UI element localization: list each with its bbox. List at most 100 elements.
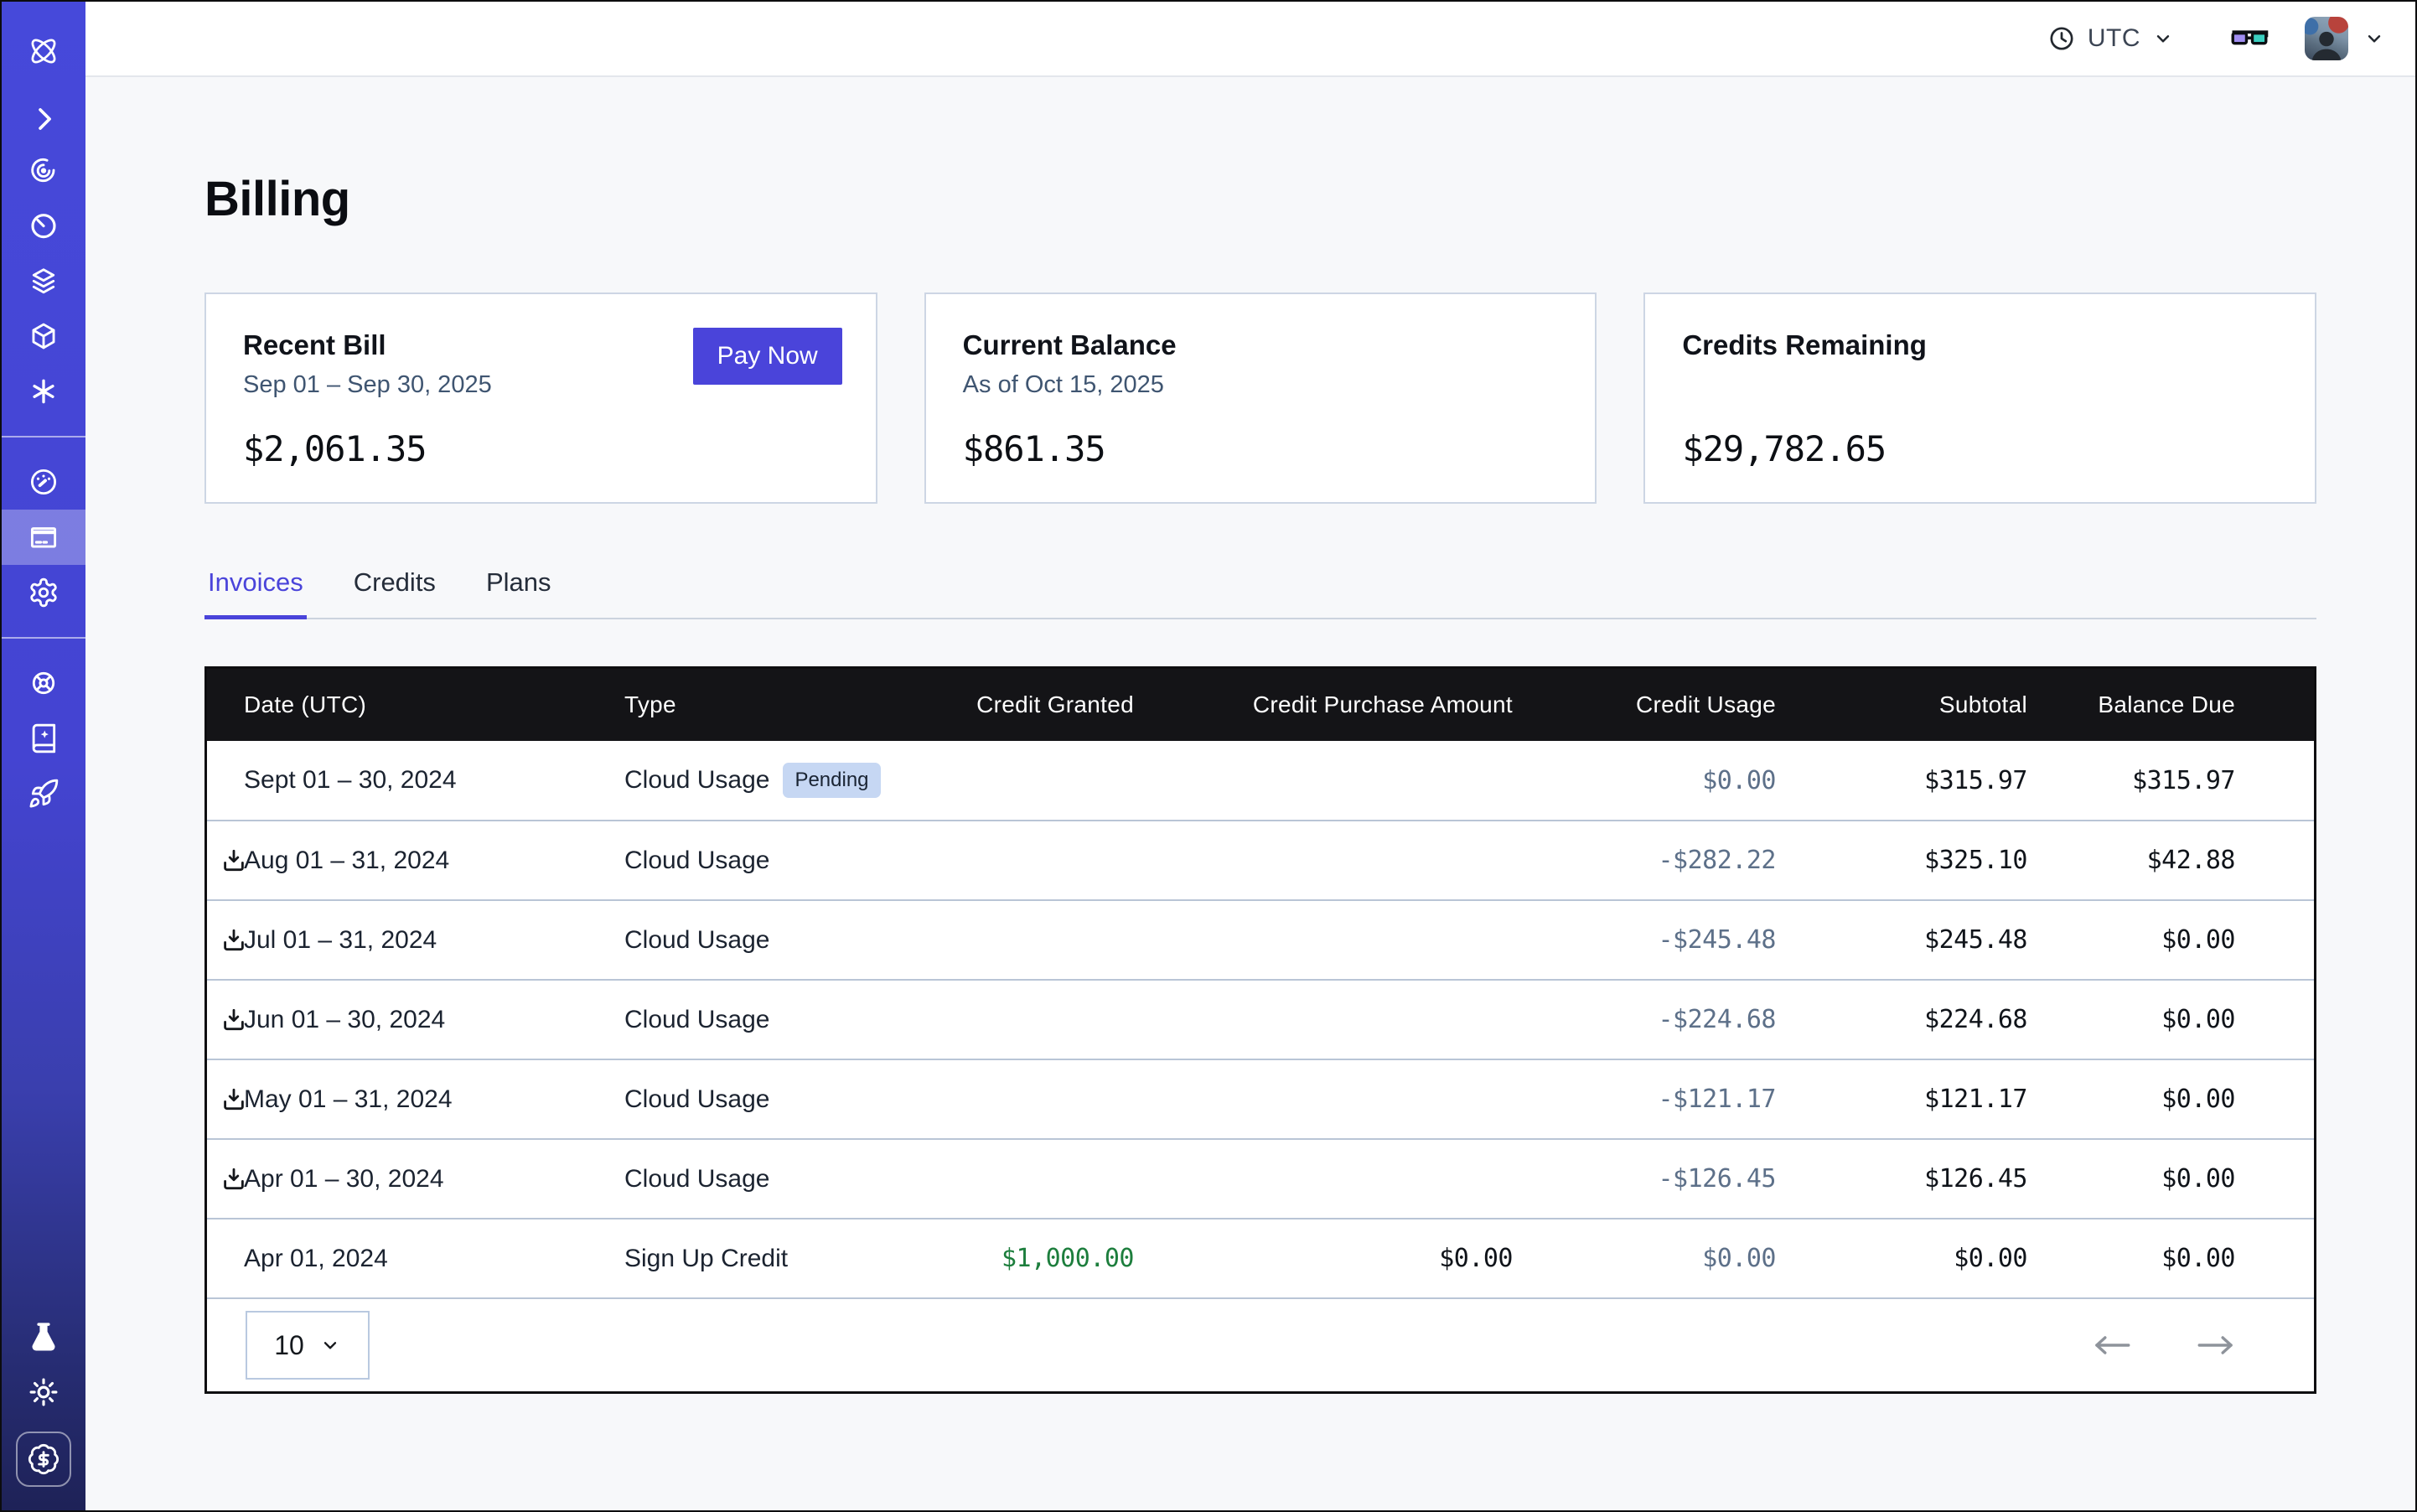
download-invoice-button[interactable] <box>219 925 249 955</box>
sidebar-item-storm-icon[interactable] <box>2 142 85 198</box>
download-invoice-button[interactable] <box>219 1085 249 1115</box>
column-header: Type <box>624 669 919 741</box>
invoice-type-cell: Cloud Usage <box>624 1139 919 1219</box>
sidebar-item-cube-icon[interactable] <box>2 308 85 364</box>
invoice-date: Jun 01 – 30, 2024 <box>244 1006 445 1033</box>
balance-due-cell: $0.00 <box>2027 900 2314 980</box>
credit-granted-cell <box>919 1139 1134 1219</box>
invoice-row: Aug 01 – 31, 2024Cloud Usage-$282.22$325… <box>207 821 2314 900</box>
next-page-button[interactable] <box>2192 1328 2240 1362</box>
arrow-left-icon <box>2093 1333 2131 1357</box>
credit-purchase-cell <box>1134 1139 1513 1219</box>
invoice-type: Cloud Usage <box>624 766 769 794</box>
download-invoice-button[interactable] <box>219 1005 249 1035</box>
sidebar-item-docs-book-icon[interactable] <box>2 711 85 766</box>
invoices-table-container: Date (UTC)TypeCredit GrantedCredit Purch… <box>204 666 2316 1394</box>
invoice-type: Cloud Usage <box>624 1006 769 1033</box>
sidebar-item-flask-icon[interactable] <box>2 1309 85 1364</box>
card-title: Current Balance <box>963 329 1559 361</box>
previous-page-button[interactable] <box>2088 1328 2136 1362</box>
credit-usage-cell: -$126.45 <box>1513 1139 1776 1219</box>
download-icon <box>220 1166 247 1193</box>
pay-now-button[interactable]: Pay Now <box>693 328 842 385</box>
arrow-right-icon <box>2197 1333 2235 1357</box>
subtotal-cell: $245.48 <box>1776 900 2027 980</box>
invoice-row: Jun 01 – 30, 2024Cloud Usage-$224.68$224… <box>207 980 2314 1059</box>
pending-badge: Pending <box>783 763 880 798</box>
page-title: Billing <box>204 171 2316 227</box>
invoice-date-cell: May 01 – 31, 2024 <box>207 1059 624 1139</box>
invoice-date: Apr 01, 2024 <box>244 1245 388 1272</box>
invoice-date: Apr 01 – 30, 2024 <box>244 1165 444 1193</box>
download-invoice-button[interactable] <box>219 846 249 876</box>
page-size-select[interactable]: 10 <box>246 1311 370 1380</box>
card-subtitle: As of Oct 15, 2025 <box>963 371 1559 401</box>
credits-remaining-amount: $29,782.65 <box>1682 428 2278 469</box>
column-header: Date (UTC) <box>207 669 624 741</box>
sidebar-item-layers-icon[interactable] <box>2 253 85 308</box>
invoice-type: Cloud Usage <box>624 1165 769 1193</box>
content: Billing Recent Bill Sep 01 – Sep 30, 202… <box>85 77 2415 1510</box>
credit-usage-cell: -$224.68 <box>1513 980 1776 1059</box>
sidebar-item-billing-card-icon[interactable] <box>2 510 85 565</box>
invoice-type: Sign Up Credit <box>624 1245 788 1272</box>
sidebar-item-rocket-icon[interactable] <box>2 766 85 821</box>
column-header: Credit Granted <box>919 669 1134 741</box>
invoice-date-cell: Sept 01 – 30, 2024 <box>207 741 624 821</box>
card-title: Credits Remaining <box>1682 329 2278 361</box>
sidebar-item-settings-gear-icon[interactable] <box>2 565 85 620</box>
app-window: UTC Billing Recent Bill Sep 01 – Sep 30,… <box>0 0 2417 1512</box>
credit-granted-cell <box>919 1059 1134 1139</box>
sidebar-item-asterisk-icon[interactable] <box>2 364 85 419</box>
invoice-row: Apr 01, 2024Sign Up Credit$1,000.00$0.00… <box>207 1219 2314 1298</box>
tab-invoices[interactable]: Invoices <box>204 567 307 619</box>
current-balance-card: Current Balance As of Oct 15, 2025 $861.… <box>924 293 1597 504</box>
invoice-date-cell: Jul 01 – 31, 2024 <box>207 900 624 980</box>
column-header: Balance Due <box>2027 669 2314 741</box>
tab-credits[interactable]: Credits <box>350 567 439 619</box>
3d-glasses-icon[interactable] <box>2229 24 2269 53</box>
recent-bill-amount: $2,061.35 <box>243 428 839 469</box>
table-header: Date (UTC)TypeCredit GrantedCredit Purch… <box>207 669 2314 741</box>
user-menu[interactable] <box>2305 17 2385 60</box>
invoice-type: Cloud Usage <box>624 847 769 874</box>
invoice-date: May 01 – 31, 2024 <box>244 1085 453 1113</box>
invoice-type-cell: Cloud Usage <box>624 1059 919 1139</box>
credits-remaining-card: Credits Remaining $29,782.65 <box>1643 293 2316 504</box>
theme-toggle-sun-icon[interactable] <box>2 1364 85 1420</box>
download-icon <box>220 1007 247 1033</box>
invoice-date: Sept 01 – 30, 2024 <box>244 766 457 794</box>
credit-usage-cell: $0.00 <box>1513 741 1776 821</box>
invoice-type: Cloud Usage <box>624 1085 769 1113</box>
invoice-date-cell: Jun 01 – 30, 2024 <box>207 980 624 1059</box>
credit-granted-cell <box>919 741 1134 821</box>
invoice-date-cell: Apr 01 – 30, 2024 <box>207 1139 624 1219</box>
timezone-selector[interactable]: UTC <box>2047 24 2174 53</box>
credit-purchase-cell <box>1134 741 1513 821</box>
download-invoice-button[interactable] <box>219 1164 249 1194</box>
topbar: UTC <box>85 2 2415 77</box>
user-avatar <box>2305 17 2348 60</box>
invoice-date-cell: Aug 01 – 31, 2024 <box>207 821 624 900</box>
sidebar-item-timer-icon[interactable] <box>2 198 85 253</box>
invoice-type-cell: Cloud Usage <box>624 821 919 900</box>
credit-granted-cell: $1,000.00 <box>919 1219 1134 1298</box>
credits-dollar-badge-button[interactable] <box>16 1432 71 1487</box>
app-logo-icon[interactable] <box>2 22 85 80</box>
balance-due-cell: $0.00 <box>2027 980 2314 1059</box>
balance-due-cell: $0.00 <box>2027 1219 2314 1298</box>
credit-granted-cell <box>919 980 1134 1059</box>
sidebar-item-gauge-icon[interactable] <box>2 454 85 510</box>
sidebar-expand-chevron-icon[interactable] <box>2 96 85 142</box>
invoice-type-cell: Cloud Usage <box>624 900 919 980</box>
balance-due-cell: $42.88 <box>2027 821 2314 900</box>
invoice-date: Jul 01 – 31, 2024 <box>244 926 437 954</box>
credit-purchase-cell: $0.00 <box>1134 1219 1513 1298</box>
invoice-row: Jul 01 – 31, 2024 Cloud Usage -$245.48$245… <box>207 900 2314 980</box>
tab-plans[interactable]: Plans <box>483 567 555 619</box>
sidebar-divider <box>2 637 85 639</box>
credit-usage-cell: -$245.48 <box>1513 900 1776 980</box>
column-header: Subtotal <box>1776 669 2027 741</box>
sidebar-item-support-wheel-icon[interactable] <box>2 655 85 711</box>
chevron-down-icon <box>2152 28 2174 49</box>
